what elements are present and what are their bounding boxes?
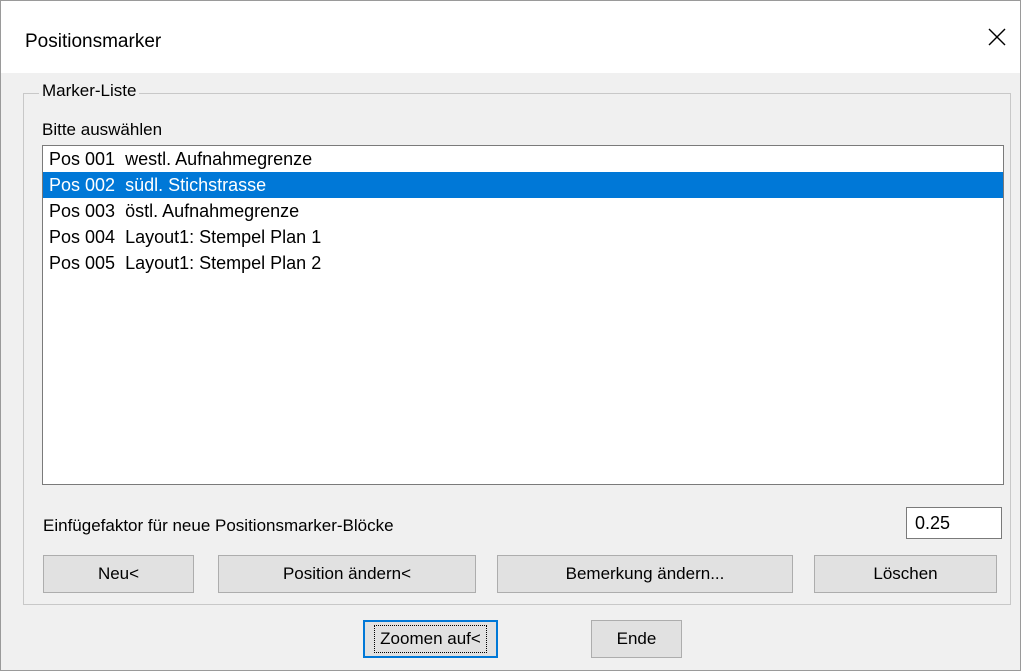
item-text: östl. Aufnahmegrenze: [125, 201, 300, 221]
list-item-selected[interactable]: Pos 002 südl. Stichstrasse: [43, 172, 1003, 198]
close-button[interactable]: [974, 15, 1020, 59]
item-text: südl. Stichstrasse: [125, 175, 267, 195]
end-button-label: Ende: [616, 629, 657, 648]
new-button[interactable]: Neu<: [43, 555, 194, 593]
insert-factor-label: Einfügefaktor für neue Positionsmarker-B…: [43, 516, 394, 535]
item-pos: Pos 005: [49, 253, 116, 273]
close-icon: [988, 28, 1006, 46]
list-item[interactable]: Pos 001 westl. Aufnahmegrenze: [43, 146, 1003, 172]
list-item[interactable]: Pos 003 östl. Aufnahmegrenze: [43, 198, 1003, 224]
item-pos: Pos 002: [49, 175, 116, 195]
window-title: Positionsmarker: [25, 31, 162, 52]
new-button-label: Neu<: [97, 564, 140, 583]
item-pos: Pos 004: [49, 227, 116, 247]
list-item[interactable]: Pos 005 Layout1: Stempel Plan 2: [43, 250, 1003, 276]
item-text: westl. Aufnahmegrenze: [125, 149, 313, 169]
list-item[interactable]: Pos 004 Layout1: Stempel Plan 1: [43, 224, 1003, 250]
delete-button[interactable]: Löschen: [814, 555, 997, 593]
item-text: Layout1: Stempel Plan 1: [125, 227, 322, 247]
list-label: Bitte auswählen: [42, 120, 163, 139]
change-remark-button[interactable]: Bemerkung ändern...: [497, 555, 793, 593]
change-position-button-label: Position ändern<: [282, 564, 412, 583]
delete-button-label: Löschen: [873, 564, 938, 583]
item-text: Layout1: Stempel Plan 2: [125, 253, 322, 273]
insert-factor-input[interactable]: [906, 507, 1002, 539]
zoom-to-button-label: Zoomen auf<: [374, 625, 487, 653]
change-remark-button-label: Bemerkung ändern...: [565, 564, 725, 583]
item-pos: Pos 001: [49, 149, 116, 169]
change-position-button[interactable]: Position ändern<: [218, 555, 476, 593]
title-bar: Positionsmarker: [1, 1, 1020, 73]
item-pos: Pos 003: [49, 201, 116, 221]
group-title: Marker-Liste: [39, 81, 140, 101]
end-button[interactable]: Ende: [591, 620, 682, 658]
zoom-to-button[interactable]: Zoomen auf<: [363, 620, 498, 658]
marker-listbox[interactable]: Pos 001 westl. Aufnahmegrenze Pos 002 sü…: [42, 145, 1004, 485]
